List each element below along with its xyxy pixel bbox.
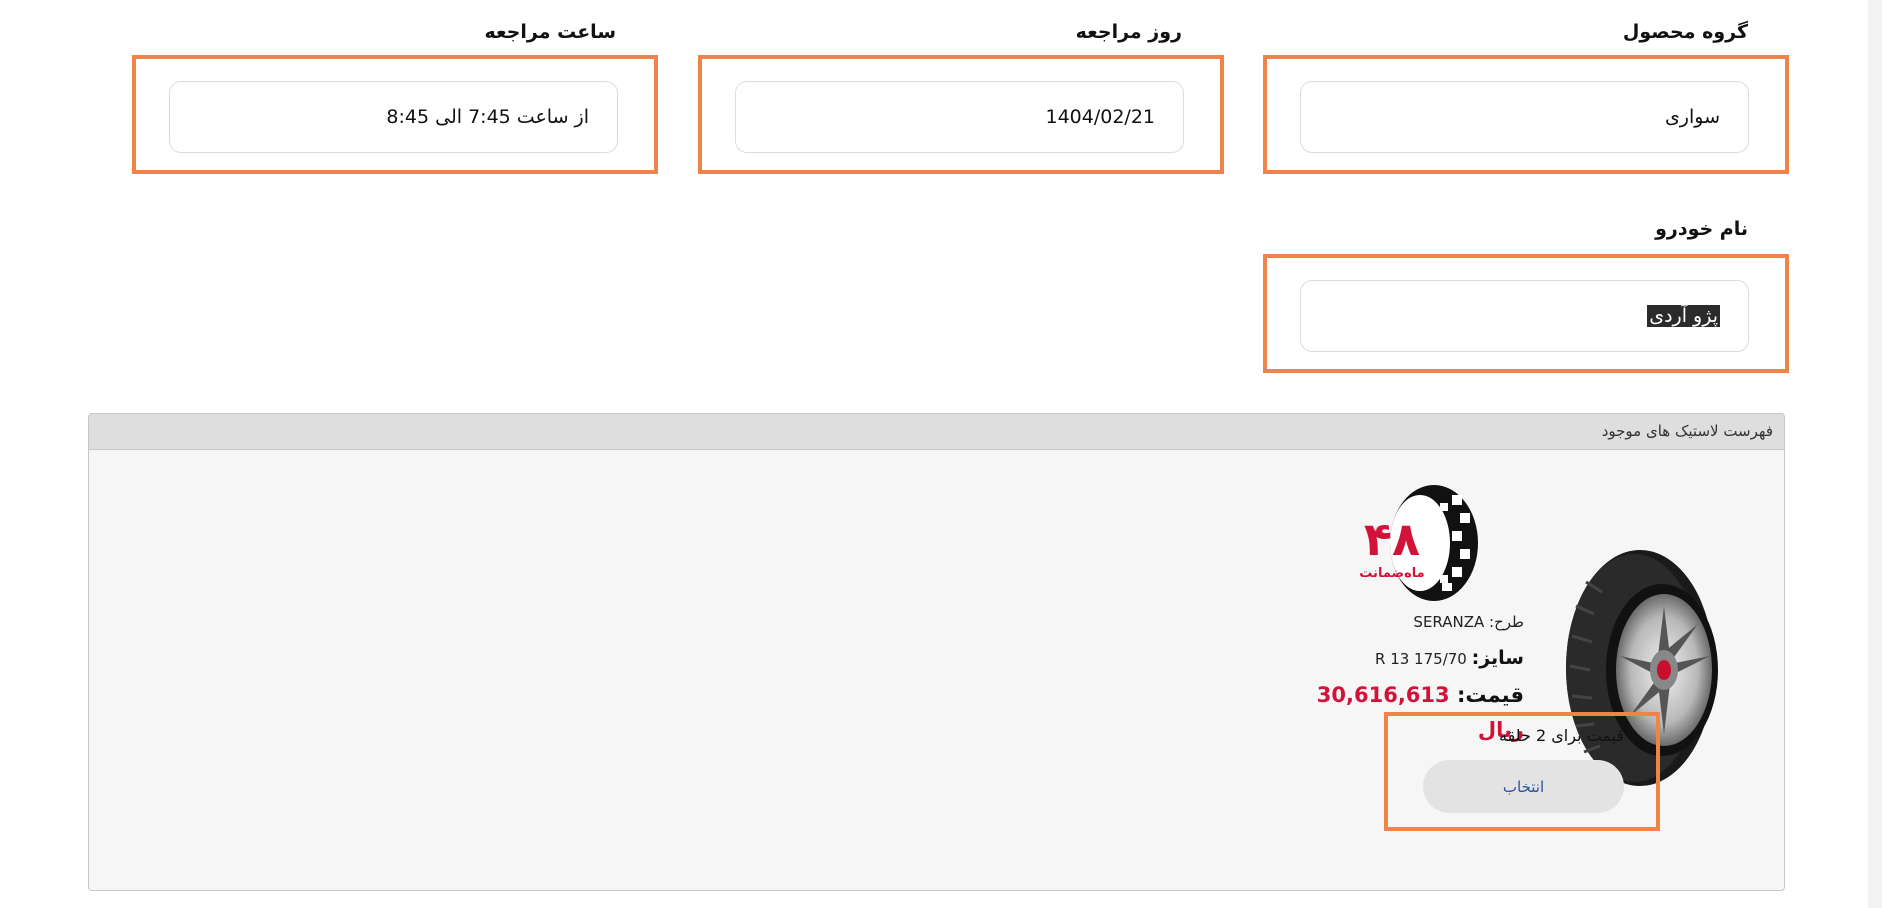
product-group-field[interactable]: سواری bbox=[1300, 81, 1749, 153]
pattern-label: طرح: bbox=[1489, 613, 1524, 631]
warranty-number: ۴۸ bbox=[1364, 512, 1420, 566]
vehicle-name-value: پژو آردی bbox=[1647, 305, 1720, 327]
size-label: سایز: bbox=[1471, 647, 1524, 669]
pattern-info: طرح: SERANZA bbox=[1413, 613, 1524, 631]
visit-time-highlight: از ساعت 7:45 الی 8:45 bbox=[132, 55, 658, 174]
pattern-value: SERANZA bbox=[1413, 613, 1485, 631]
visit-day-highlight: 1404/02/21 bbox=[698, 55, 1224, 174]
scrollbar-track[interactable] bbox=[1868, 0, 1882, 908]
warranty-badge-logo: ۴۸ ماه‌ضمانت bbox=[1359, 485, 1478, 601]
visit-day-label: روز مراجعه bbox=[1075, 21, 1182, 43]
product-group-label: گروه محصول bbox=[1622, 21, 1748, 43]
price-value: 30,616,613 bbox=[1316, 683, 1450, 707]
warranty-text: ماه‌ضمانت bbox=[1359, 566, 1424, 581]
visit-time-label: ساعت مراجعه bbox=[484, 21, 616, 43]
price-label: قیمت: bbox=[1456, 683, 1524, 707]
vehicle-name-field[interactable]: پژو آردی bbox=[1300, 280, 1749, 352]
visit-day-field[interactable]: 1404/02/21 bbox=[735, 81, 1184, 153]
visit-time-value: از ساعت 7:45 الی 8:45 bbox=[386, 106, 589, 128]
quantity-note: قیمت برای 2 حلقه bbox=[1499, 726, 1624, 745]
size-info: سایز: R 13 175/70 bbox=[1375, 647, 1524, 669]
tire-list-title: فهرست لاستیک های موجود bbox=[89, 414, 1784, 450]
visit-day-value: 1404/02/21 bbox=[1045, 106, 1155, 128]
price-info: قیمت: 30,616,613 bbox=[1317, 683, 1524, 707]
vehicle-name-highlight: پژو آردی bbox=[1263, 254, 1789, 373]
vehicle-name-label: نام خودرو bbox=[1655, 218, 1748, 240]
product-group-value: سواری bbox=[1664, 106, 1720, 128]
size-value: R 13 175/70 bbox=[1375, 650, 1467, 668]
select-button[interactable]: انتخاب bbox=[1423, 760, 1624, 813]
select-action-highlight: قیمت برای 2 حلقه انتخاب bbox=[1384, 712, 1660, 831]
visit-time-field[interactable]: از ساعت 7:45 الی 8:45 bbox=[169, 81, 618, 153]
product-group-highlight: سواری bbox=[1263, 55, 1789, 174]
